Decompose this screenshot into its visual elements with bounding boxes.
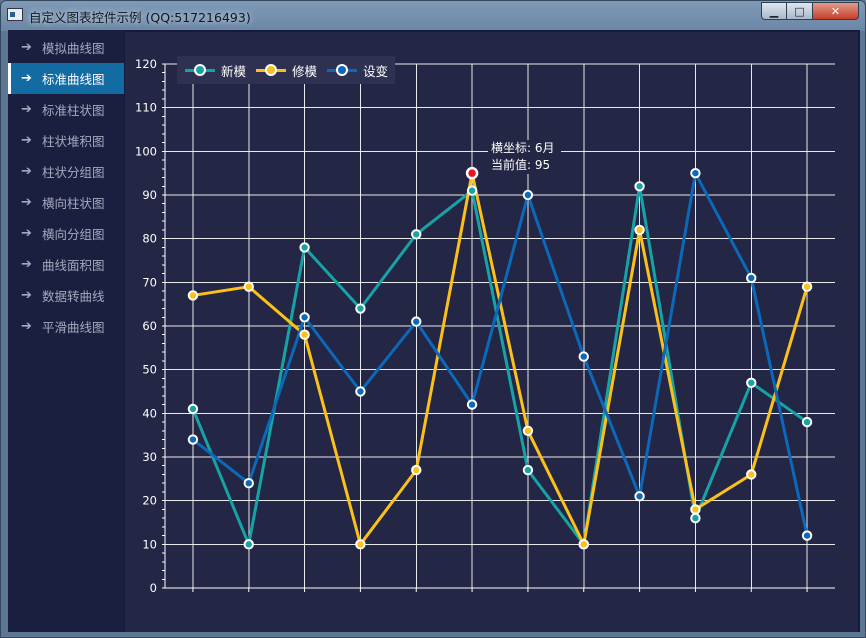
data-point [466, 399, 478, 410]
legend-swatch [256, 64, 287, 76]
y-tick-label: 20 [142, 494, 157, 508]
sidebar-item-8[interactable]: ➔ 曲线面积图 [8, 249, 124, 280]
data-point [801, 530, 813, 541]
data-point [187, 403, 199, 415]
y-tick-label: 100 [135, 144, 157, 158]
legend-item: 修模 [256, 61, 317, 80]
arrow-right-icon: ➔ [21, 164, 32, 179]
tooltip-y-line: 当前值: 95 [491, 158, 551, 172]
value-tooltip: 横坐标: 6月 当前值: 95 [488, 140, 561, 174]
legend-item: 设变 [327, 61, 388, 80]
sidebar-item-label: 横向柱状图 [42, 196, 105, 211]
sidebar-item-label: 数据转曲线 [42, 289, 105, 304]
data-point [355, 539, 366, 550]
sidebar-item-label: 平滑曲线图 [42, 320, 105, 335]
legend-swatch [327, 64, 358, 76]
data-point [355, 303, 366, 314]
data-point [634, 181, 645, 192]
data-point [243, 478, 254, 489]
legend-label: 设变 [363, 63, 389, 79]
legend-label: 修模 [292, 63, 318, 79]
arrow-right-icon: ➔ [21, 133, 32, 148]
sidebar-item-6[interactable]: ➔ 横向柱状图 [8, 187, 124, 218]
data-point [578, 539, 589, 550]
data-point [801, 416, 813, 428]
arrow-right-icon: ➔ [21, 288, 32, 303]
arrow-right-icon: ➔ [21, 257, 32, 272]
y-tick-label: 70 [142, 275, 157, 289]
data-point [187, 290, 199, 301]
sidebar-item-4[interactable]: ➔ 柱状堆积图 [8, 125, 124, 156]
sidebar-item-label: 曲线面积图 [42, 258, 105, 273]
data-point [243, 281, 254, 292]
y-tick-label: 10 [142, 537, 157, 551]
sidebar-item-9[interactable]: ➔ 数据转曲线 [8, 280, 124, 311]
sidebar-item-2[interactable]: ➔ 标准曲线图 [8, 63, 124, 94]
chart-legend: 新模 修模 设变 [177, 56, 395, 84]
legend-swatch [185, 64, 215, 76]
app-icon [7, 8, 23, 21]
arrow-right-icon: ➔ [21, 40, 32, 55]
sidebar-item-label: 模拟曲线图 [42, 41, 105, 56]
sidebar-item-7[interactable]: ➔ 横向分组图 [8, 218, 124, 249]
data-point [466, 185, 478, 196]
data-point [690, 504, 701, 515]
data-point [801, 281, 813, 292]
data-point [690, 512, 701, 524]
y-tick-label: 50 [142, 363, 157, 377]
data-point [746, 272, 757, 284]
sidebar-item-3[interactable]: ➔ 标准柱状图 [8, 94, 124, 125]
sidebar-item-5[interactable]: ➔ 柱状分组图 [8, 156, 124, 187]
data-point [522, 464, 534, 476]
data-point [411, 464, 422, 476]
data-point [522, 425, 534, 436]
data-point [243, 539, 254, 550]
legend-label: 新模 [221, 63, 247, 79]
arrow-right-icon: ➔ [21, 71, 32, 86]
app-window: 自定义图表控件示例 (QQ:517216493) ▁ □ ✕ ➔ 模拟曲线图 ➔ 标准… [0, 0, 866, 638]
sidebar-item-10[interactable]: ➔ 平滑曲线图 [8, 311, 124, 342]
arrow-right-icon: ➔ [21, 319, 32, 334]
y-tick-label: 110 [135, 101, 157, 115]
data-point [634, 224, 645, 236]
legend-item: 新模 [185, 61, 246, 80]
data-point [299, 312, 310, 323]
data-point [299, 242, 310, 253]
arrow-right-icon: ➔ [21, 226, 32, 241]
y-tick-label: 60 [142, 319, 157, 333]
y-tick-label: 120 [135, 57, 157, 71]
data-point [578, 351, 589, 362]
arrow-right-icon: ➔ [21, 195, 32, 210]
data-point [355, 386, 366, 397]
data-point [746, 377, 757, 388]
data-point [187, 434, 199, 445]
highlighted-point [465, 166, 479, 180]
data-point [690, 167, 701, 179]
sidebar-item-1[interactable]: ➔ 模拟曲线图 [8, 32, 124, 63]
y-tick-label: 80 [142, 232, 157, 246]
sidebar-item-label: 标准曲线图 [42, 72, 105, 87]
data-point [746, 469, 757, 480]
chart-area: 01020304050607080901001101201月2月3月4月5月6月… [125, 10, 843, 593]
data-point [411, 229, 422, 240]
sidebar-item-label: 柱状分组图 [42, 165, 105, 180]
y-tick-label: 30 [142, 450, 157, 464]
sidebar-item-label: 标准柱状图 [42, 103, 105, 118]
data-point [522, 189, 534, 201]
series-line-1 [191, 184, 808, 546]
y-tick-label: 90 [142, 188, 157, 202]
tooltip-x-line: 横坐标: 6月 [491, 141, 555, 155]
sidebar-nav: ➔ 模拟曲线图 ➔ 标准曲线图 ➔ 标准柱状图 ➔ 柱状堆积图 ➔ 柱状分组图 ➔ 横向柱状图 ➔ 横向分… [8, 30, 124, 632]
sidebar-item-label: 柱状堆积图 [42, 134, 105, 149]
y-tick-label: 40 [142, 406, 157, 420]
data-point [299, 329, 310, 340]
arrow-right-icon: ➔ [21, 102, 32, 117]
data-point [411, 316, 422, 327]
y-tick-label: 0 [150, 581, 157, 593]
data-point [634, 491, 645, 502]
sidebar-item-label: 横向分组图 [42, 227, 105, 242]
line-chart[interactable]: 01020304050607080901001101201月2月3月4月5月6月… [125, 10, 843, 593]
